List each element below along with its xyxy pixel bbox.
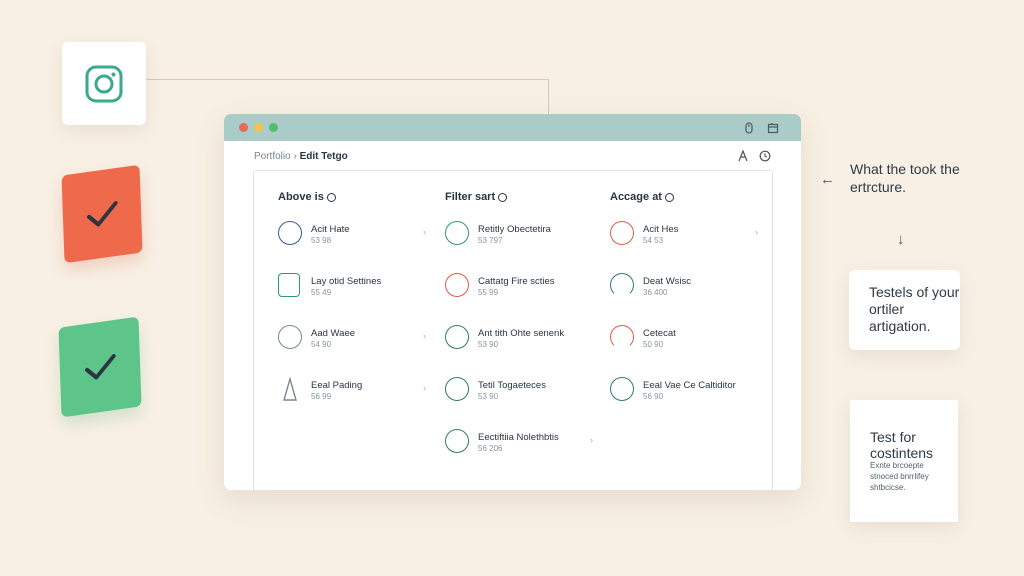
close-dot[interactable] [239,123,248,132]
window-toolbar: Portfolio › Edit Tetgo [224,141,801,171]
triangle-icon [283,377,297,401]
item-title: Acit Hate [311,224,350,235]
item-subtitle: 55 49 [311,288,332,297]
item-subtitle: 53 90 [478,340,499,349]
minimize-dot[interactable] [254,123,263,132]
item-title: Tetil Togaeteces [478,380,546,391]
circle-icon [610,221,634,245]
item-title: Acit Hes [643,224,679,235]
circle-icon [278,325,302,349]
item-subtitle: 53 797 [478,236,503,245]
item-title: Eectiftiia Nolethbtis [478,432,559,443]
item-title: Deat Wsisc [643,276,692,287]
column-heading-text: Above is [278,191,324,203]
document-card[interactable]: Test for costintens Exnte brcoepte stnoc… [850,400,958,522]
item-subtitle: 55 99 [478,288,499,297]
camera-icon [85,65,123,102]
item-subtitle: 56 90 [643,392,664,401]
chevron-right-icon[interactable]: › [423,331,426,341]
column-heading: Above is [278,191,336,203]
item-subtitle: 56 99 [311,392,332,401]
item-title: Lay otid Settines [311,276,382,287]
list-item[interactable]: Cattatg Fire scties 55 99 [445,273,613,303]
item-title: Aad Waee [311,328,356,339]
info-icon[interactable] [326,192,336,202]
column-heading: Accage at [610,191,674,203]
clock-icon[interactable] [759,149,771,162]
list-item[interactable]: Aad Waee 54 90 › [278,325,446,355]
document-card-body: Exnte brcoepte stnoced bnrrlifey shtbcic… [870,461,929,492]
info-icon[interactable] [498,192,508,202]
chevron-right-icon[interactable]: › [423,227,426,237]
arrow-left-icon: ← [820,171,835,188]
content-panel: Above is Acit Hate 53 98 › Lay otid Sett… [253,170,773,490]
item-title: Eeal Vae Ce Caltiditor [643,380,736,391]
item-subtitle: 50 90 [643,340,664,349]
item-subtitle: 36 400 [643,288,668,297]
arrow-down-icon: ↓ [897,231,905,248]
list-item[interactable]: Acit Hate 53 98 › [278,221,446,251]
item-subtitle: 54 90 [311,340,332,349]
list-item[interactable]: Ant tith Ohte senenk 53 90 [445,325,613,355]
note-card[interactable]: Testels of your ortiler artigation. [849,270,960,350]
annotation-text: What the took the ertrcture. [850,161,960,195]
list-item[interactable]: Cetecat 50 90 [610,325,778,355]
list-item[interactable]: Acit Hes 54 53 › [610,221,778,251]
chevron-right-icon[interactable]: › [755,227,758,237]
note-card-text: Testels of your ortiler artigation. [869,284,960,334]
list-item[interactable]: Lay otid Settines 55 49 [278,273,446,303]
square-icon [278,273,300,297]
breadcrumb-current: Edit Tetgo [299,150,348,162]
app-window: Portfolio › Edit Tetgo Above is Acit Hat… [224,114,801,490]
window-titlebar [224,114,801,141]
list-item[interactable]: Eeal Vae Ce Caltiditor 56 90 [610,377,778,407]
circle-icon [278,221,302,245]
item-title: Eeal Pading [311,380,363,391]
list-item[interactable]: Eeal Pading 56 99 › [278,377,446,407]
text-icon[interactable] [737,149,749,162]
maximize-dot[interactable] [269,123,278,132]
check-tile-green[interactable] [58,316,142,418]
column-heading: Filter sart [445,191,508,203]
circle-icon [610,377,634,401]
check-tile-red[interactable] [61,164,143,264]
circle-icon [610,325,634,349]
check-icon [87,201,118,227]
circle-icon [445,377,469,401]
list-item[interactable]: Deat Wsisc 36 400 [610,273,778,303]
circle-icon [445,325,469,349]
chevron-right-icon[interactable]: › [423,383,426,393]
info-icon[interactable] [664,192,674,202]
item-subtitle: 56 206 [478,444,503,453]
window-icon[interactable] [767,121,779,134]
list-item[interactable]: Tetil Togaeteces 53 90 [445,377,613,407]
item-title: Cetecat [643,328,676,339]
item-title: Cattatg Fire scties [478,276,555,287]
list-item[interactable]: Eectiftiia Nolethbtis 56 206 › [445,429,613,459]
breadcrumb-prefix[interactable]: Portfolio › [254,151,297,162]
list-item[interactable]: Retitly Obectetira 53 797 [445,221,613,251]
column-heading-text: Filter sart [445,191,496,203]
connector-line-vertical [548,79,549,114]
item-title: Ant tith Ohte senenk [478,328,565,339]
circle-icon [445,221,469,245]
item-subtitle: 53 98 [311,236,332,245]
circle-icon [610,273,634,297]
item-subtitle: 54 53 [643,236,664,245]
column-heading-text: Accage at [610,191,662,203]
connector-line-horizontal [146,79,549,80]
item-title: Retitly Obectetira [478,224,551,235]
item-subtitle: 53 90 [478,392,499,401]
breadcrumb: Portfolio › Edit Tetgo [254,151,348,162]
circle-icon [445,429,469,453]
chevron-right-icon[interactable]: › [590,435,593,445]
camera-tile[interactable] [62,42,146,125]
circle-icon [445,273,469,297]
check-icon [85,354,116,380]
mouse-icon[interactable] [743,121,755,134]
document-card-title: Test for costintens [870,429,934,461]
